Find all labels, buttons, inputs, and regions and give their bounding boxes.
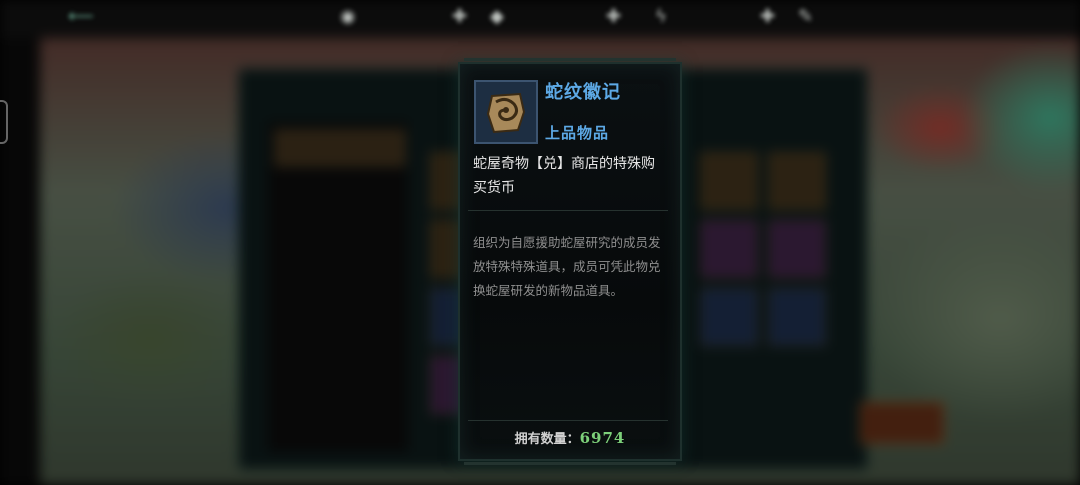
- top-status-bar: ⟵ ◉ ✚ ◆ ✚ ϟ ✚ ✎: [0, 0, 1080, 38]
- energy-icon: ϟ: [655, 6, 667, 27]
- back-icon: ⟵: [68, 6, 94, 27]
- side-drawer-handle[interactable]: [0, 100, 8, 144]
- add-icon: ✚: [452, 6, 468, 27]
- divider: [468, 210, 668, 211]
- item-lore: 组织为自愿援助蛇屋研究的成员发放特殊特殊道具，成员可凭此物兑换蛇屋研发的新物品道…: [473, 235, 661, 298]
- serpent-badge-icon: [476, 82, 536, 142]
- item-name: 蛇纹徽记: [545, 82, 621, 103]
- divider: [468, 420, 668, 421]
- ticket-icon: ✎: [798, 6, 814, 27]
- add-icon: ✚: [606, 6, 622, 27]
- owned-value: 6974: [579, 429, 626, 447]
- owned-label: 拥有数量：: [514, 432, 580, 447]
- owned-count: 拥有数量：6974: [460, 428, 680, 447]
- add-icon: ✚: [760, 6, 776, 27]
- item-rarity: 上品物品: [545, 124, 610, 142]
- item-description: 蛇屋奇物【兑】商店的特殊购买货币: [473, 156, 655, 196]
- coin-icon: ◉: [340, 6, 356, 27]
- item-icon-frame: [474, 80, 538, 144]
- item-tooltip: 蛇纹徽记 上品物品 蛇屋奇物【兑】商店的特殊购买货币 组织为自愿援助蛇屋研究的成…: [458, 58, 682, 465]
- gem-icon: ◆: [490, 6, 504, 27]
